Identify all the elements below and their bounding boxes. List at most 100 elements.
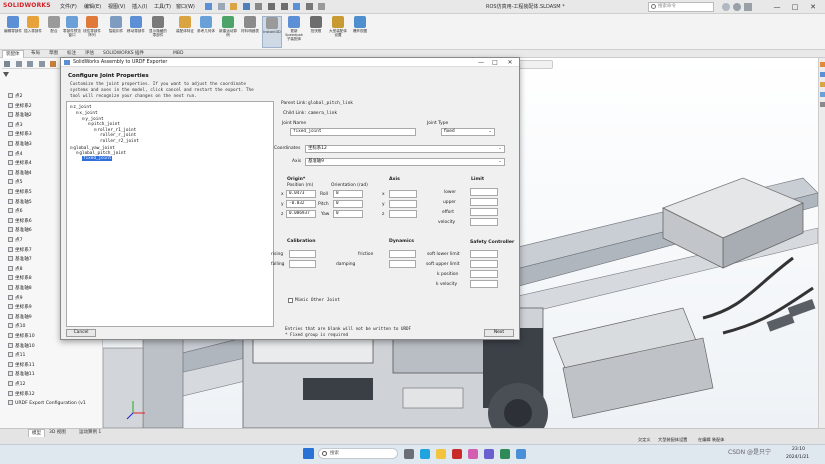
select-cursor-icon[interactable] [293, 3, 301, 10]
tree-item-feature[interactable]: 基准轴4 [8, 169, 32, 178]
k-position-input[interactable] [470, 270, 498, 278]
tree-item-point[interactable]: 点4 [8, 150, 23, 159]
limit-velocity-input[interactable] [470, 218, 498, 226]
tree-item-feature[interactable]: 坐标系6 [8, 217, 32, 226]
pitch-input[interactable]: 0 [333, 200, 363, 208]
configuration-manager-icon[interactable] [27, 61, 34, 67]
tree-item-feature[interactable]: 坐标系3 [8, 131, 32, 139]
origin-z-input[interactable]: 0.086937 [286, 210, 316, 218]
file-explorer-icon[interactable] [820, 82, 825, 87]
ribbon-button-5[interactable]: 智能扣件 [106, 16, 126, 48]
vs-code-taskbar-icon[interactable] [484, 449, 494, 459]
tree-item-point[interactable]: 点11 [8, 352, 25, 360]
soft-lower-limit-input[interactable] [470, 250, 498, 258]
calibration-rising-input[interactable] [289, 250, 316, 258]
axis-y-input[interactable] [389, 200, 417, 208]
filter-icon[interactable] [3, 72, 9, 77]
design-library-icon[interactable] [820, 72, 825, 77]
tree-item-feature[interactable]: 坐标系12 [8, 390, 35, 399]
ribbon-button-8[interactable]: 装配体特征 [175, 16, 195, 48]
ribbon-button-9[interactable]: 参考几何体 [196, 16, 216, 48]
task-view-icon[interactable] [404, 449, 414, 459]
tree-item-feature[interactable]: 坐标系8 [8, 275, 32, 283]
new-document-icon[interactable] [217, 3, 225, 10]
ribbon-button-11[interactable]: 材料明细表 [240, 16, 260, 48]
help-icon[interactable] [722, 3, 730, 11]
limit-lower-input[interactable] [470, 188, 498, 196]
axis-x-input[interactable] [389, 190, 417, 198]
tree-item-feature[interactable]: 基准轴2 [8, 112, 32, 120]
yaw-input[interactable]: 0 [333, 210, 363, 218]
menu-edit[interactable]: 编辑(E) [84, 3, 101, 10]
joint-name-input[interactable]: fixed_joint [290, 128, 416, 136]
joint-type-select[interactable]: fixed ⌄ [441, 128, 495, 136]
tab-layout[interactable]: 布局 [28, 50, 43, 58]
tree-item-feature[interactable]: 基准轴10 [8, 342, 35, 351]
tab-model[interactable]: 模型 [28, 429, 45, 437]
tree-item-point[interactable]: 点6 [8, 208, 23, 216]
minimize-button[interactable]: — [770, 0, 784, 14]
ribbon-button-16[interactable]: 大型装配体设置 [328, 16, 348, 48]
clock-date[interactable]: 2024/1/21 [786, 455, 809, 460]
maximize-button[interactable]: □ [788, 0, 802, 14]
tree-item-point[interactable]: 点8 [8, 265, 23, 274]
dimxpert-icon[interactable] [38, 61, 45, 67]
close-button[interactable]: ✕ [806, 0, 820, 14]
menu-window[interactable]: 窗口(W) [176, 3, 195, 10]
origin-y-input[interactable]: -0.032 [286, 200, 316, 208]
feature-tree-icon[interactable] [4, 61, 10, 67]
tree-item-point[interactable]: 点7 [8, 237, 23, 245]
solidworks-taskbar-icon[interactable] [452, 449, 462, 459]
tree-item-feature[interactable]: 基准轴11 [8, 371, 35, 379]
app-taskbar-icon[interactable] [468, 449, 478, 459]
ribbon-button-17[interactable]: 爆炸视图 [350, 16, 370, 48]
tree-item-point[interactable]: 点2 [8, 93, 23, 101]
clock-time[interactable]: 23:10 [792, 447, 805, 452]
tree-item-feature[interactable]: 基准轴6 [8, 227, 32, 235]
tree-item-feature[interactable]: URDF Export Configuration (v1 [8, 400, 86, 408]
file-explorer-taskbar-icon[interactable] [436, 449, 446, 459]
ribbon-button-0[interactable]: 编辑零部件 [3, 16, 23, 48]
menu-file[interactable]: 文件(F) [60, 3, 77, 10]
save-icon[interactable] [242, 3, 250, 10]
tree-item-feature[interactable]: 基准轴7 [8, 256, 32, 264]
taskbar-search-box[interactable]: 搜索 [318, 448, 398, 459]
dynamics-damping-input[interactable] [389, 260, 416, 268]
ribbon-button-13[interactable]: Instant3D [262, 16, 282, 48]
ribbon-button-4[interactable]: 线性零部件阵列 [82, 16, 102, 48]
open-folder-icon[interactable] [230, 3, 238, 10]
tree-item-feature[interactable]: 坐标系7 [8, 246, 32, 255]
axis-z-input[interactable] [389, 210, 417, 218]
dialog-close-button[interactable]: ✕ [504, 58, 516, 67]
dialog-minimize-button[interactable]: — [475, 58, 487, 67]
mimic-checkbox[interactable] [288, 298, 293, 303]
menu-view[interactable]: 视图(V) [108, 3, 125, 10]
resources-icon[interactable] [820, 62, 825, 67]
ribbon-button-6[interactable]: 移动零部件 [126, 16, 146, 48]
property-manager-icon[interactable] [15, 61, 22, 67]
view-palette-icon[interactable] [820, 92, 825, 97]
undo-icon[interactable] [267, 3, 275, 10]
status-large-assembly[interactable]: 大型装配体设置 [658, 437, 687, 443]
rebuild-icon[interactable] [305, 3, 313, 10]
tree-item-feature[interactable]: 坐标系4 [8, 160, 32, 168]
settings-icon[interactable] [744, 3, 752, 11]
dynamics-friction-input[interactable] [389, 250, 416, 258]
chrome-taskbar-icon[interactable] [516, 449, 526, 459]
ribbon-button-10[interactable]: 新建运动算例 [218, 16, 238, 48]
ribbon-button-7[interactable]: 显示隐藏的零部件 [148, 16, 168, 48]
next-button[interactable]: Next [484, 329, 514, 337]
k-velocity-input[interactable] [470, 280, 498, 288]
coordinates-select[interactable]: 坐标系12 ⌄ [305, 145, 505, 153]
tab-motion-study[interactable]: 运动算例 1 [76, 429, 104, 437]
origin-x-input[interactable]: 0.0473 [286, 190, 316, 198]
redo-icon[interactable] [280, 3, 288, 10]
options-gear-icon[interactable] [318, 3, 326, 10]
tree-item-feature[interactable]: 基准轴5 [8, 198, 32, 207]
home-icon[interactable] [205, 3, 212, 10]
tree-item-point[interactable]: 点12 [8, 381, 25, 389]
tree-item-feature[interactable]: 坐标系2 [8, 102, 32, 111]
search-commands-input[interactable]: 搜索命令 [648, 2, 714, 12]
tree-item-feature[interactable]: 坐标系5 [8, 189, 32, 197]
ribbon-button-14[interactable]: 更新Speedpak子装配体 [284, 16, 304, 48]
